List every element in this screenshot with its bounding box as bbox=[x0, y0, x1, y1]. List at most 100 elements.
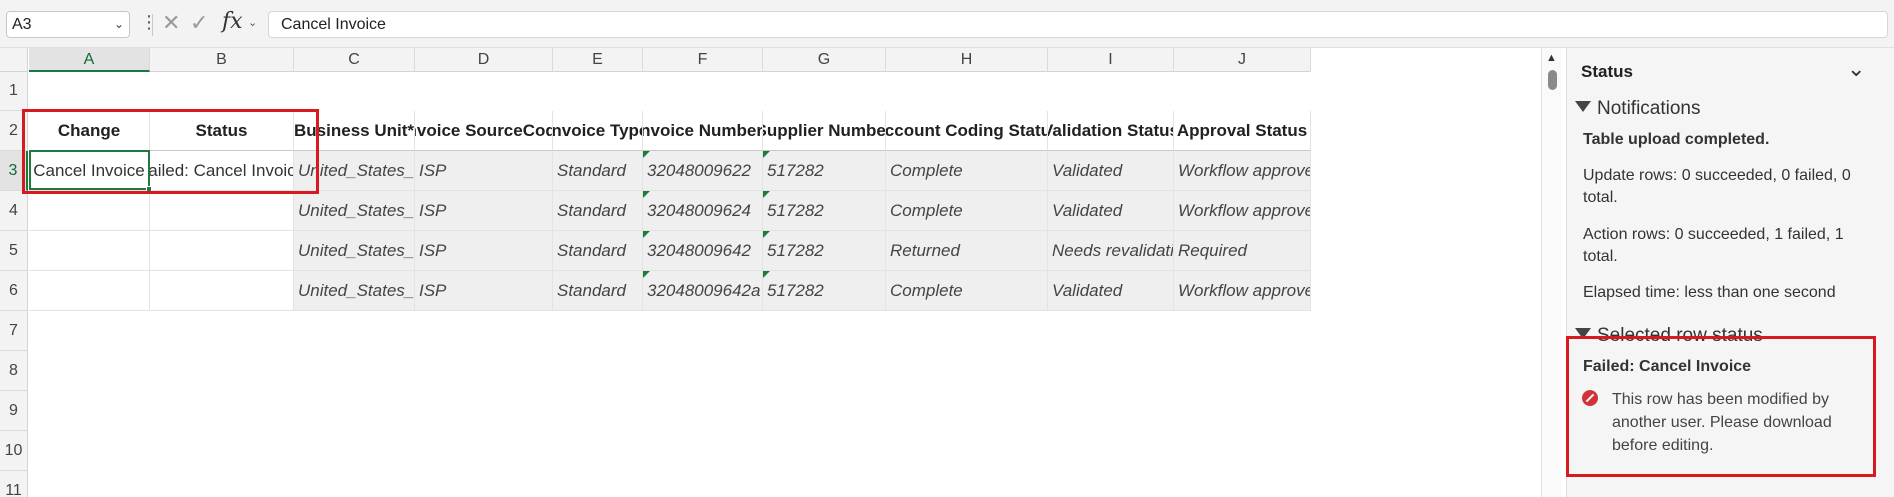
row-header-4[interactable]: 4 bbox=[0, 191, 28, 231]
table-cell[interactable]: 32048009622 bbox=[643, 151, 763, 191]
table-cell[interactable]: Validated bbox=[1048, 271, 1174, 311]
table-cell[interactable]: ISP bbox=[415, 151, 553, 191]
column-header-c[interactable]: C bbox=[294, 48, 415, 72]
column-header-a[interactable]: A bbox=[29, 48, 150, 72]
table-header-cell[interactable]: Status bbox=[150, 111, 294, 151]
table-cell[interactable]: Failed: Cancel Invoice bbox=[150, 151, 294, 191]
table-cell[interactable]: 32048009642a bbox=[643, 271, 763, 311]
table-header-cell[interactable]: Change bbox=[29, 111, 150, 151]
table-cell[interactable]: ISP bbox=[415, 191, 553, 231]
table-cell[interactable]: Workflow approved bbox=[1174, 191, 1311, 231]
formula-bar: A3 ⌄ ⋮ ✕ ✓ fx ⌄ Cancel Invoice bbox=[0, 0, 1894, 48]
caret-down-icon bbox=[1575, 101, 1591, 112]
row-header-8[interactable]: 8 bbox=[0, 351, 28, 391]
column-header-d[interactable]: D bbox=[415, 48, 553, 72]
table-cell[interactable]: ISP bbox=[415, 231, 553, 271]
column-header-b[interactable]: B bbox=[150, 48, 294, 72]
table-cell[interactable]: 517282 bbox=[763, 231, 886, 271]
table-cell[interactable]: Standard bbox=[553, 151, 643, 191]
notifications-section-header[interactable]: Notifications bbox=[1575, 98, 1701, 120]
table-cell[interactable]: Workflow approved bbox=[1174, 271, 1311, 311]
table-cell[interactable]: Complete bbox=[886, 271, 1048, 311]
table-header-cell[interactable]: Invoice Number* bbox=[643, 111, 763, 151]
table-header-cell[interactable]: Supplier Number bbox=[763, 111, 886, 151]
chevron-down-icon[interactable]: ⌄ bbox=[114, 12, 124, 37]
row-header-11[interactable]: 11 bbox=[0, 471, 28, 497]
formula-bar-divider bbox=[152, 14, 153, 36]
scroll-thumb[interactable] bbox=[1548, 70, 1557, 90]
selected-row-status-title: Failed: Cancel Invoice bbox=[1583, 358, 1752, 375]
notifications-heading: Notifications bbox=[1597, 98, 1701, 119]
insert-function-icon[interactable]: fx bbox=[222, 9, 243, 34]
row-header-10[interactable]: 10 bbox=[0, 431, 28, 471]
row-header-3[interactable]: 3 bbox=[0, 151, 28, 191]
table-header-cell[interactable]: Approval Status bbox=[1174, 111, 1311, 151]
upload-complete-text: Table upload completed. bbox=[1583, 131, 1770, 148]
table-cell[interactable]: Validated bbox=[1048, 191, 1174, 231]
formula-input[interactable]: Cancel Invoice bbox=[268, 11, 1888, 38]
table-cell[interactable] bbox=[150, 271, 294, 311]
table-cell[interactable]: Needs revalidation bbox=[1048, 231, 1174, 271]
table-cell[interactable]: 517282 bbox=[763, 191, 886, 231]
table-cell[interactable]: United_States_BU bbox=[294, 151, 415, 191]
table-cell[interactable]: Complete bbox=[886, 191, 1048, 231]
table-header-cell[interactable]: Business Unit* bbox=[294, 111, 415, 151]
table-cell[interactable]: United_States_BU bbox=[294, 271, 415, 311]
table-cell[interactable]: 32048009624 bbox=[643, 191, 763, 231]
row-header-1[interactable]: 1 bbox=[0, 72, 28, 111]
select-all-corner[interactable] bbox=[0, 48, 28, 72]
column-header-e[interactable]: E bbox=[553, 48, 643, 72]
table-cell[interactable]: Standard bbox=[553, 191, 643, 231]
table-cell[interactable] bbox=[29, 231, 150, 271]
elapsed-time-text: Elapsed time: less than one second bbox=[1583, 284, 1836, 301]
column-header-g[interactable]: G bbox=[763, 48, 886, 72]
table-cell[interactable]: 517282 bbox=[763, 151, 886, 191]
name-box-value: A3 bbox=[12, 16, 32, 33]
table-header-cell[interactable]: Validation Status bbox=[1048, 111, 1174, 151]
column-header-i[interactable]: I bbox=[1048, 48, 1174, 72]
scroll-up-icon[interactable]: ▲ bbox=[1546, 52, 1557, 64]
row-header-9[interactable]: 9 bbox=[0, 391, 28, 431]
column-header-h[interactable]: H bbox=[886, 48, 1048, 72]
name-box[interactable]: A3 ⌄ bbox=[6, 11, 130, 38]
chevron-down-icon[interactable]: ⌄ bbox=[1847, 56, 1865, 82]
table-cell[interactable]: 517282 bbox=[763, 271, 886, 311]
confirm-entry-icon[interactable]: ✓ bbox=[190, 10, 208, 36]
table-cell[interactable]: United_States_BU bbox=[294, 191, 415, 231]
more-options-icon[interactable]: ⋮ bbox=[140, 12, 158, 33]
table-cell[interactable]: Cancel Invoice bbox=[29, 151, 150, 191]
selected-row-status-message: This row has been modified by another us… bbox=[1612, 391, 1832, 454]
table-cell[interactable] bbox=[150, 191, 294, 231]
table-cell[interactable]: Workflow approved bbox=[1174, 151, 1311, 191]
table-header-cell[interactable]: Invoice Type bbox=[553, 111, 643, 151]
table-header-cell[interactable]: Invoice SourceCode bbox=[415, 111, 553, 151]
spreadsheet-grid: ABCDEFGHIJ 1 2 3 4 5 6 7 8 9 10 11 Change Status Bus… bbox=[0, 48, 1541, 497]
row-header-2[interactable]: 2 bbox=[0, 111, 28, 151]
row-header-5[interactable]: 5 bbox=[0, 231, 28, 271]
vertical-scrollbar[interactable]: ▲ bbox=[1541, 48, 1561, 497]
table-cell[interactable]: Standard bbox=[553, 231, 643, 271]
table-cell[interactable]: United_States_BU bbox=[294, 231, 415, 271]
table-cell[interactable] bbox=[150, 231, 294, 271]
error-icon bbox=[1582, 390, 1598, 406]
table-cell[interactable] bbox=[29, 271, 150, 311]
table-cell[interactable]: Required bbox=[1174, 231, 1311, 271]
table-cell[interactable]: 32048009642 bbox=[643, 231, 763, 271]
row-header-6[interactable]: 6 bbox=[0, 271, 28, 311]
fill-handle[interactable] bbox=[146, 186, 152, 192]
table-header-cell[interactable]: Account Coding Status bbox=[886, 111, 1048, 151]
table-cell[interactable]: ISP bbox=[415, 271, 553, 311]
table-cell[interactable]: Validated bbox=[1048, 151, 1174, 191]
chevron-down-icon[interactable]: ⌄ bbox=[248, 16, 257, 29]
column-header-j[interactable]: J bbox=[1174, 48, 1311, 72]
pane-title: Status bbox=[1581, 62, 1633, 81]
update-rows-text: Update rows: 0 succeeded, 0 failed, 0 to… bbox=[1583, 167, 1851, 206]
action-rows-text: Action rows: 0 succeeded, 1 failed, 1 to… bbox=[1583, 226, 1844, 265]
table-cell[interactable]: Complete bbox=[886, 151, 1048, 191]
cancel-entry-icon[interactable]: ✕ bbox=[162, 10, 180, 36]
column-header-f[interactable]: F bbox=[643, 48, 763, 72]
table-cell[interactable]: Standard bbox=[553, 271, 643, 311]
table-cell[interactable]: Returned bbox=[886, 231, 1048, 271]
table-cell[interactable] bbox=[29, 191, 150, 231]
row-header-7[interactable]: 7 bbox=[0, 311, 28, 351]
